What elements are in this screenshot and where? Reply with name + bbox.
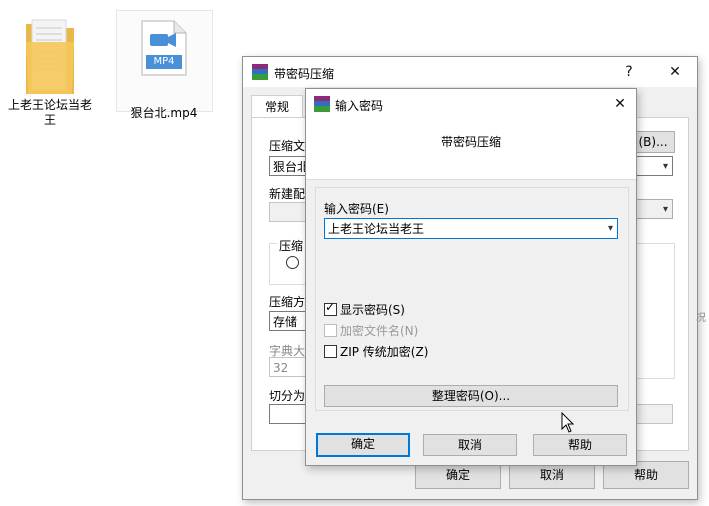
zip-legacy-checkbox[interactable]: ZIP 传统加密(Z): [324, 343, 428, 360]
chevron-down-icon: ▾: [607, 223, 613, 234]
video-file-icon: MP4: [141, 20, 187, 76]
ok-button[interactable]: 确定: [316, 433, 410, 457]
folder-icon: [26, 19, 74, 94]
desktop-file-mp4[interactable]: MP4 狠台北.mp4: [118, 20, 210, 121]
tab-general[interactable]: 常规: [251, 95, 303, 118]
password-titlebar: 输入密码 ✕: [306, 89, 636, 119]
browse-button[interactable]: (B)...: [631, 131, 675, 153]
right-panel-box: [631, 243, 675, 379]
password-header: 带密码压缩: [440, 135, 501, 149]
password-dialog-title: 输入密码: [335, 99, 384, 113]
format-radio[interactable]: [286, 256, 299, 269]
help-button[interactable]: 帮助: [533, 434, 627, 456]
archive-name-combo-right[interactable]: ▾: [631, 156, 673, 176]
help-caption-button[interactable]: ?: [615, 61, 643, 83]
winrar-icon: [252, 64, 268, 80]
new-config-label: 新建配: [269, 187, 306, 201]
enter-password-label: 输入密码(E): [324, 202, 389, 216]
checkbox-unchecked: [324, 345, 337, 358]
close-button[interactable]: ✕: [661, 61, 689, 83]
desktop-folder[interactable]: 上老王论坛当老王: [4, 14, 96, 128]
password-input[interactable]: 上老王论坛当老王 ▾: [324, 218, 618, 239]
file-label: 狠台北.mp4: [130, 106, 198, 120]
winrar-icon: [314, 96, 330, 112]
compress-format-label: 压缩: [277, 237, 306, 254]
checkbox-checked: [324, 300, 337, 316]
mouse-cursor-icon: [561, 412, 575, 433]
checkbox-disabled: [324, 324, 337, 337]
compress-method-label: 压缩方: [269, 295, 306, 309]
organize-passwords-button[interactable]: 整理密码(O)...: [324, 385, 618, 407]
show-password-checkbox[interactable]: 显示密码(S): [324, 300, 405, 318]
right-bottom-field[interactable]: [631, 404, 673, 424]
chevron-down-icon: ▾: [662, 204, 668, 215]
password-dialog: 输入密码 ✕ 带密码压缩 输入密码(E) 上老王论坛当老王 ▾ 显示密码(S) …: [305, 88, 637, 466]
cancel-button[interactable]: 取消: [423, 434, 517, 456]
archive-settings-title: 带密码压缩: [274, 67, 335, 81]
archive-settings-titlebar: 带密码压缩 ? ✕: [243, 57, 697, 87]
folder-label: 上老王论坛当老王: [7, 98, 92, 127]
split-label: 切分为: [269, 389, 306, 403]
encrypt-filenames-checkbox[interactable]: 加密文件名(N): [324, 322, 418, 339]
archive-name-label: 压缩文: [269, 139, 306, 153]
config-combo-right[interactable]: ▾: [631, 199, 673, 219]
close-icon[interactable]: ✕: [606, 93, 634, 115]
right-panel-fragment: 况: [696, 313, 706, 324]
chevron-down-icon: ▾: [662, 161, 668, 172]
mp4-badge: MP4: [153, 56, 175, 67]
